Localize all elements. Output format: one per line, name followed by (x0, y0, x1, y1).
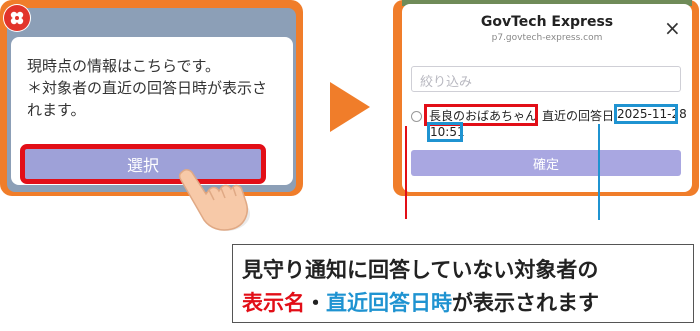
message-line-3: れます。 (27, 101, 86, 119)
filter-input[interactable]: 絞り込み (411, 66, 681, 92)
close-icon[interactable]: × (664, 18, 681, 38)
caption-display-name: 表示名 (242, 291, 305, 315)
caption-latest-datetime: 直近回答日時 (326, 291, 452, 315)
pointing-hand-icon (176, 168, 256, 236)
orange-right-arrow-icon (330, 82, 370, 132)
caption-line-2: 表示名・直近回答日時が表示されます (242, 287, 599, 317)
caption-suffix: が表示されます (452, 291, 599, 315)
latest-answer-label: 直近の回答日 (542, 109, 615, 123)
caption-separator: ・ (305, 291, 326, 315)
modal-url: p7.govtech-express.com (491, 33, 603, 43)
message-line-2: ＊対象者の直近の回答日時が表示さ (27, 79, 268, 97)
modal-title: GovTech Express (480, 14, 614, 30)
red-connector-line (405, 126, 407, 219)
message-line-1: 現時点の情報はこちらです。 (27, 57, 221, 75)
confirm-button[interactable]: 確定 (411, 150, 681, 176)
radio-button[interactable] (411, 111, 422, 122)
time-highlight (427, 122, 463, 142)
message-text: 現時点の情報はこちらです。 ＊対象者の直近の回答日時が表示さ れます。 (27, 55, 277, 121)
date-highlight (614, 104, 678, 124)
caption-line-1: 見守り通知に回答していない対象者の (242, 258, 599, 282)
blue-connector-line (598, 124, 600, 220)
red-flower-logo-icon (3, 4, 31, 32)
